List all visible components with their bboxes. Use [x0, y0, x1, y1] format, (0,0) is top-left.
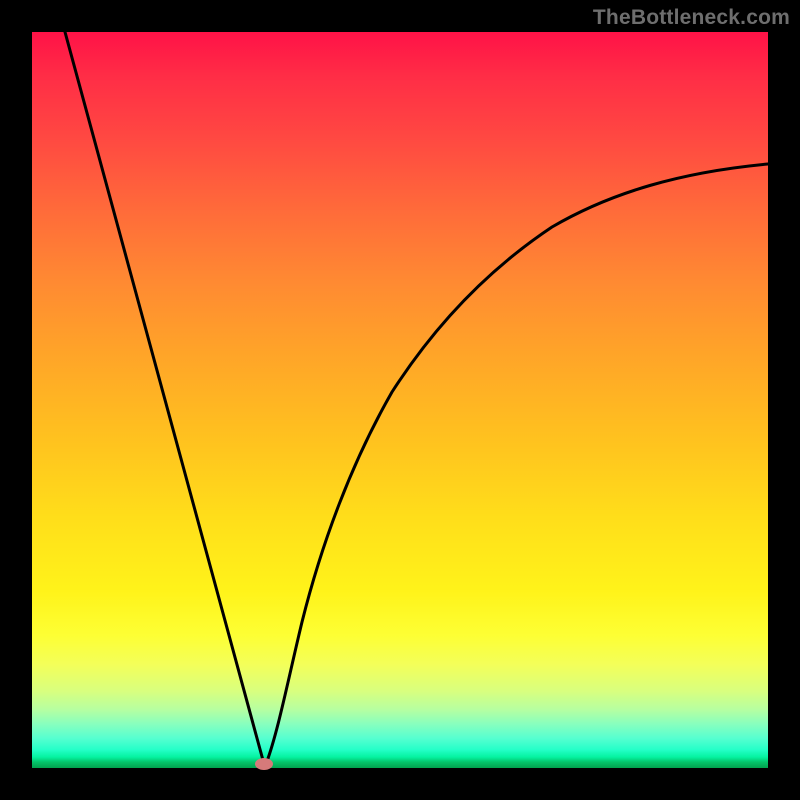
curve-path [65, 32, 768, 764]
watermark-text: TheBottleneck.com [593, 6, 790, 30]
curve-svg [32, 32, 768, 768]
chart-frame: TheBottleneck.com [0, 0, 800, 800]
min-marker [255, 758, 273, 770]
plot-area [32, 32, 768, 768]
